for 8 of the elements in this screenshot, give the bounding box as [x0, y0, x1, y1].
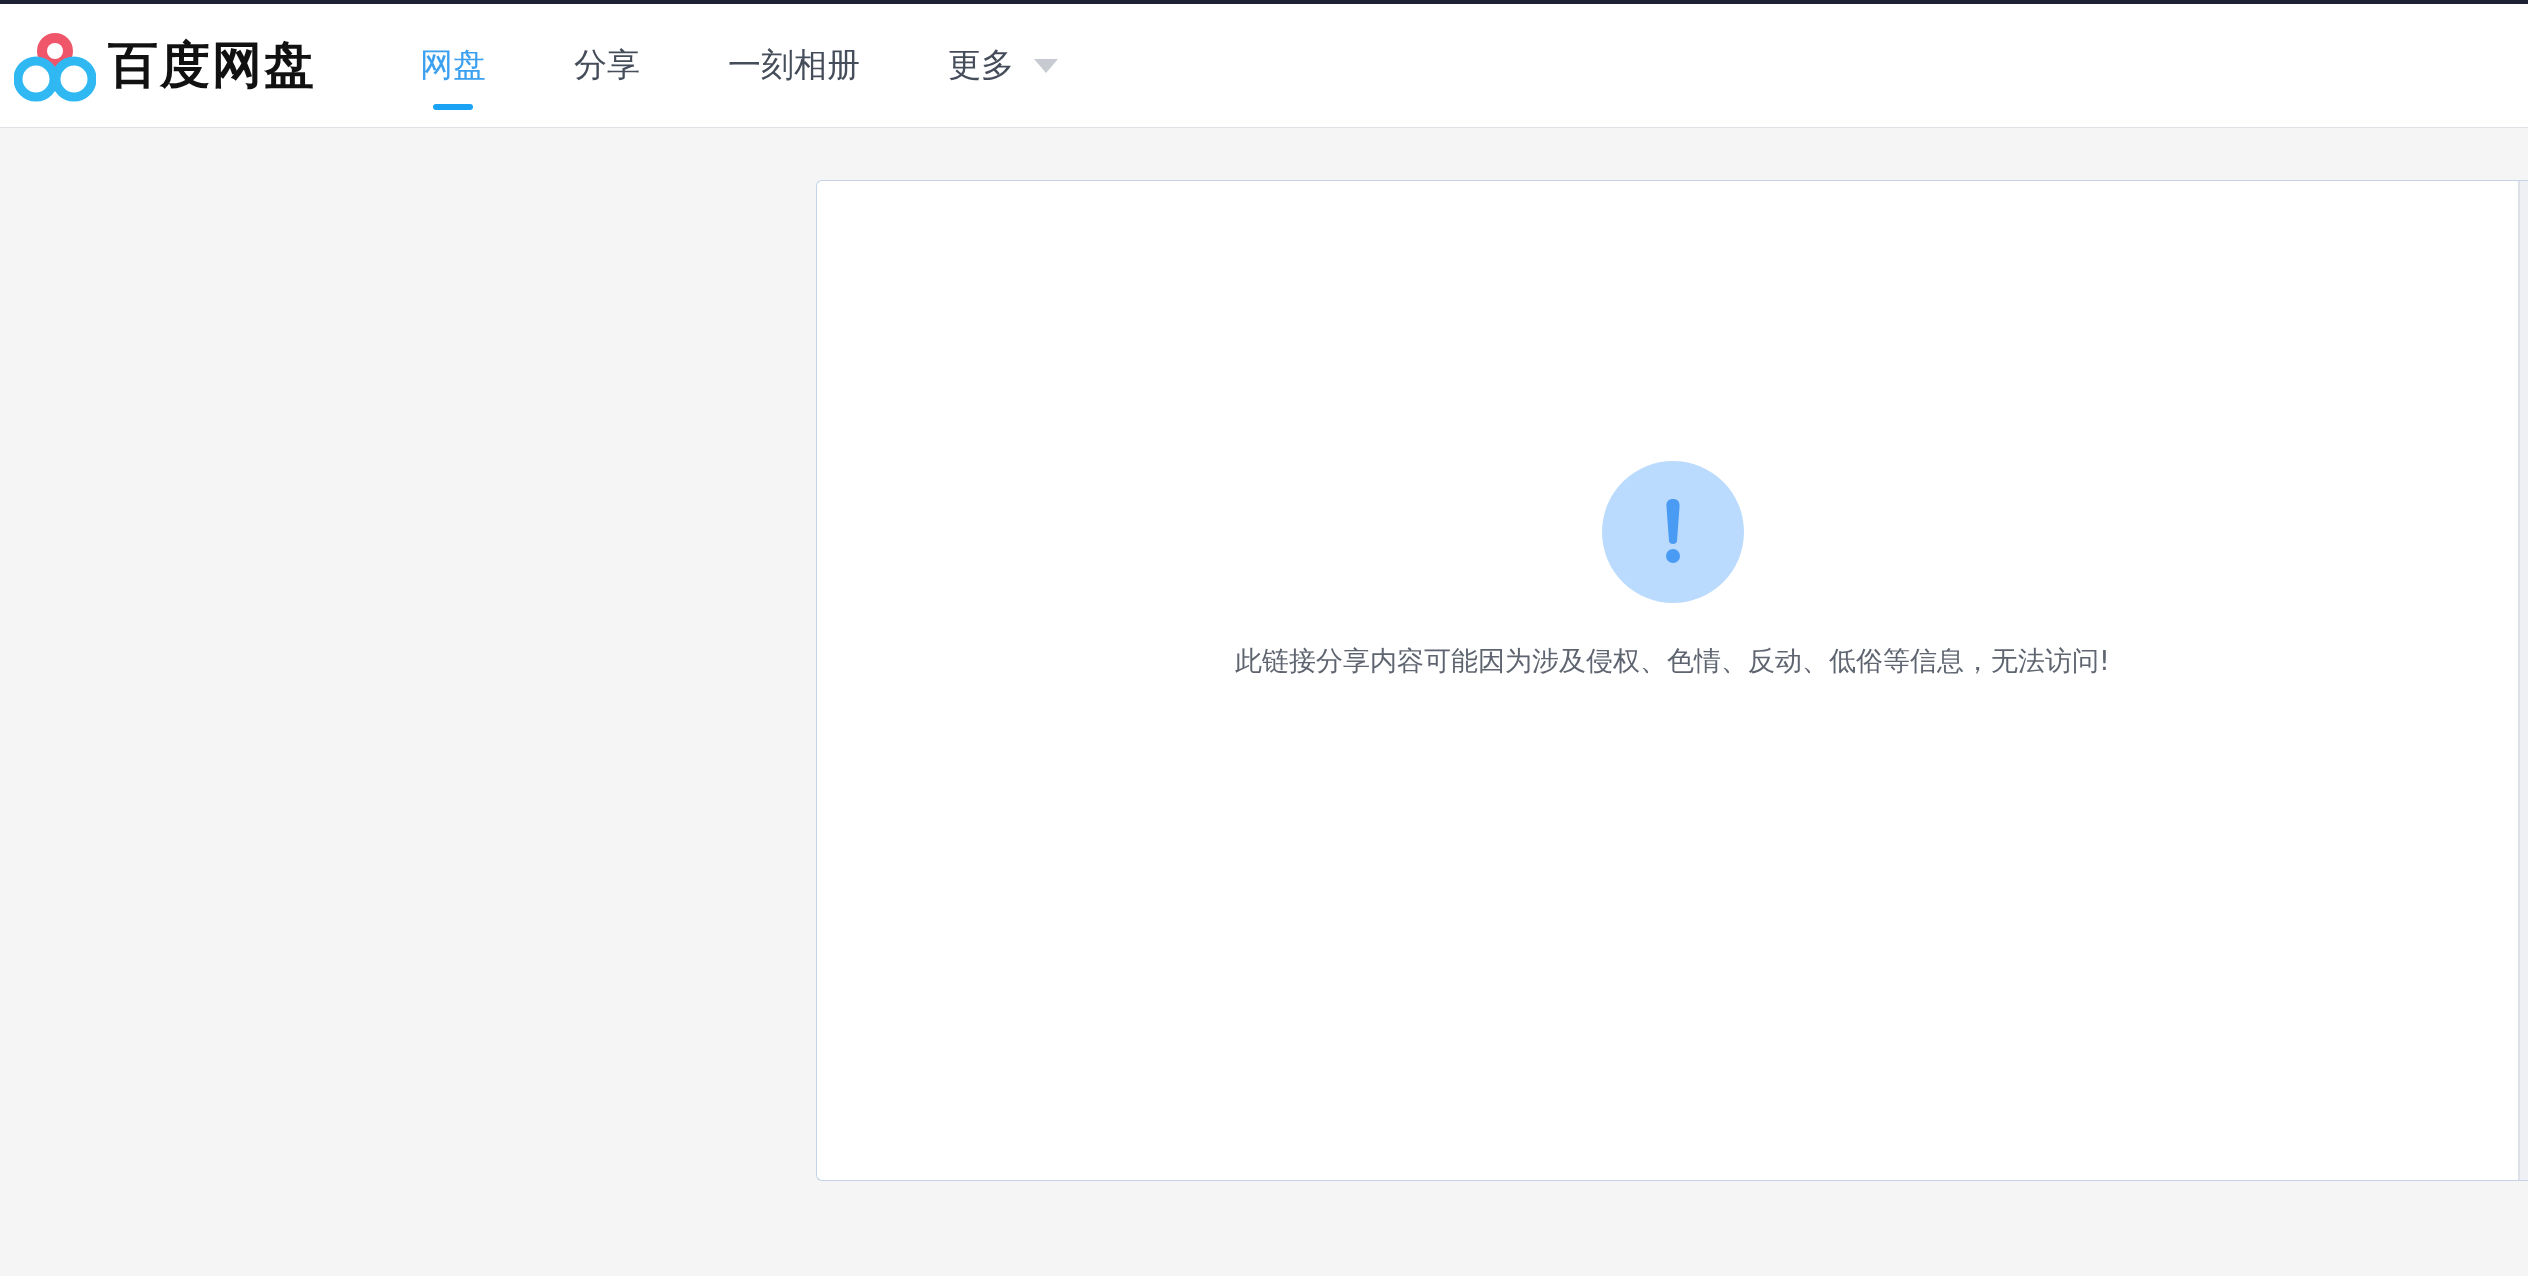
caret-icon: [1034, 58, 1058, 73]
scrollbar-track[interactable]: [2518, 181, 2528, 1180]
nav-tab[interactable]: 分享: [530, 4, 684, 127]
nav-tab[interactable]: 更多: [904, 4, 1102, 127]
exclamation-icon: [1601, 461, 1744, 603]
logo-text: 百度网盘: [108, 35, 316, 96]
notice-message: 此链接分享内容可能因为涉及侵权、色情、反动、低俗等信息，无法访问!: [1235, 644, 2110, 678]
nav-tab[interactable]: 一刻相册: [684, 4, 904, 127]
